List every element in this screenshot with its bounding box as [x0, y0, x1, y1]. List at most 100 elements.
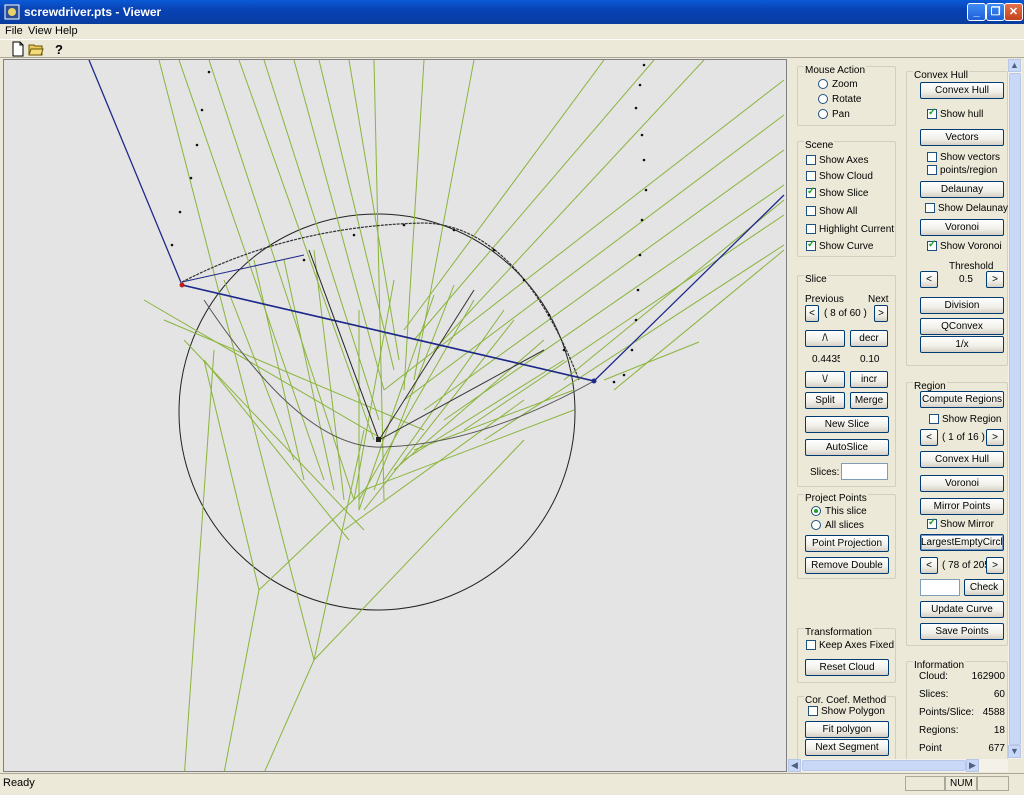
open-folder-icon[interactable]: [28, 41, 44, 57]
scroll-right-button[interactable]: ▶: [966, 759, 979, 772]
scene-checkbox-5[interactable]: [806, 239, 816, 251]
scroll-thumb[interactable]: [1009, 73, 1021, 745]
rotate-radio[interactable]: [818, 94, 828, 104]
application-window: screwdriver.pts - Viewer _ ❐ ✕ File View…: [0, 0, 1024, 795]
point-cloud-dot: [492, 248, 496, 252]
split-button[interactable]: Split: [805, 392, 845, 409]
3d-viewport[interactable]: [3, 59, 787, 772]
check-button[interactable]: Check: [964, 579, 1004, 596]
point-cloud-dot: [630, 348, 634, 352]
voronoi-edge: [258, 489, 365, 591]
scene-checkbox-0[interactable]: [806, 155, 816, 165]
show-mirror-checkbox[interactable]: [927, 517, 937, 529]
update-curve-button[interactable]: Update Curve: [920, 601, 1004, 618]
scene-checkbox-label: Show Slice: [819, 188, 869, 199]
help-icon[interactable]: ?: [51, 41, 67, 57]
save-points-button[interactable]: Save Points: [920, 623, 1004, 640]
show-vectors-checkbox[interactable]: [927, 152, 937, 162]
all-slices-radio[interactable]: [811, 520, 821, 530]
threshold-increase-button[interactable]: >: [986, 271, 1004, 288]
this-slice-label: This slice: [825, 506, 867, 517]
status-text: Ready: [3, 777, 35, 789]
slice-up-button[interactable]: /\: [805, 330, 845, 347]
menu-file[interactable]: File: [5, 25, 23, 37]
panel-vertical-scrollbar[interactable]: ▲ ▼: [1008, 59, 1022, 759]
slice-prev-button[interactable]: <: [805, 305, 819, 322]
point-cloud-dot: [634, 318, 638, 322]
info-label: Slices:: [919, 689, 949, 700]
fit-polygon-button[interactable]: Fit polygon: [805, 721, 889, 738]
info-value: 4588: [982, 707, 1005, 718]
points-region-checkbox[interactable]: [927, 165, 937, 175]
delaunay-button[interactable]: Delaunay: [920, 181, 1004, 198]
keep-axes-checkbox[interactable]: [806, 640, 816, 650]
region-prev-button[interactable]: <: [920, 429, 938, 446]
mirror-points-button[interactable]: Mirror Points: [920, 498, 1004, 515]
status-bar: Ready NUM: [0, 773, 1024, 791]
voronoi-edge: [313, 249, 345, 501]
panel-horizontal-scrollbar[interactable]: ◀ ▶: [788, 759, 1008, 772]
interior-edge: [378, 349, 545, 441]
slice-counter: ( 8 of 60 ): [824, 308, 867, 319]
incr-button[interactable]: incr: [850, 371, 888, 388]
slice-down-button[interactable]: \/: [805, 371, 845, 388]
show-polygon-checkbox[interactable]: [808, 706, 818, 716]
menu-help[interactable]: Help: [55, 25, 78, 37]
new-file-icon[interactable]: [10, 41, 26, 57]
autoslice-button[interactable]: AutoSlice: [805, 439, 889, 456]
menu-view[interactable]: View: [28, 25, 52, 37]
decr-button[interactable]: decr: [850, 330, 888, 347]
this-slice-radio[interactable]: [811, 506, 821, 516]
lec-prev-button[interactable]: <: [920, 557, 938, 574]
scroll-up-button[interactable]: ▲: [1008, 59, 1021, 72]
new-slice-button[interactable]: New Slice: [805, 416, 889, 433]
scene-checkbox-3[interactable]: [806, 206, 816, 216]
info-value: 162900: [971, 671, 1005, 682]
largest-empty-circle-button[interactable]: LargestEmptyCircle: [920, 534, 1004, 551]
zoom-radio[interactable]: [818, 79, 828, 89]
scroll-left-button[interactable]: ◀: [788, 759, 801, 772]
region-voronoi-button[interactable]: Voronoi: [920, 475, 1004, 492]
show-delaunay-checkbox[interactable]: [925, 203, 935, 213]
show-hull-checkbox[interactable]: [927, 107, 937, 119]
pan-radio[interactable]: [818, 109, 828, 119]
merge-button[interactable]: Merge: [850, 392, 888, 409]
title-bar[interactable]: screwdriver.pts - Viewer _ ❐ ✕: [0, 0, 1024, 24]
scene-canvas[interactable]: [4, 60, 787, 772]
slices-label: Slices:: [810, 467, 840, 478]
region-convex-hull-button[interactable]: Convex Hull: [920, 451, 1004, 468]
scene-checkbox-4[interactable]: [806, 224, 816, 234]
show-region-checkbox[interactable]: [929, 414, 939, 424]
maximize-button[interactable]: ❐: [986, 3, 1005, 21]
minimize-button[interactable]: _: [967, 3, 986, 21]
point-cloud-dot: [170, 243, 174, 247]
convex-hull-button[interactable]: Convex Hull: [920, 82, 1004, 99]
threshold-decrease-button[interactable]: <: [920, 271, 938, 288]
h-scroll-thumb[interactable]: [802, 760, 966, 771]
slice-next-button[interactable]: >: [874, 305, 888, 322]
region-next-button[interactable]: >: [986, 429, 1004, 446]
scroll-down-button[interactable]: ▼: [1008, 745, 1021, 758]
inverse-button[interactable]: 1/x: [920, 336, 1004, 353]
show-voronoi-checkbox[interactable]: [927, 239, 937, 251]
all-slices-label: All slices: [825, 520, 864, 531]
vectors-button[interactable]: Vectors: [920, 129, 1004, 146]
compute-regions-button[interactable]: Compute Regions: [920, 391, 1004, 408]
lec-index-input[interactable]: [920, 579, 960, 596]
slices-input[interactable]: [841, 463, 888, 480]
close-button[interactable]: ✕: [1004, 3, 1023, 21]
lec-counter: ( 78 of 205: [942, 560, 990, 571]
voronoi-edge: [264, 659, 315, 771]
lec-next-button[interactable]: >: [986, 557, 1004, 574]
scene-checkbox-2[interactable]: [806, 186, 816, 198]
voronoi-edge: [283, 259, 335, 491]
voronoi-edge: [263, 60, 380, 421]
reset-cloud-button[interactable]: Reset Cloud: [805, 659, 889, 676]
remove-double-button[interactable]: Remove Double: [805, 557, 889, 574]
scene-checkbox-1[interactable]: [806, 171, 816, 181]
next-segment-button[interactable]: Next Segment: [805, 739, 889, 756]
qconvex-button[interactable]: QConvex: [920, 318, 1004, 335]
point-projection-button[interactable]: Point Projection: [805, 535, 889, 552]
division-button[interactable]: Division: [920, 297, 1004, 314]
voronoi-button[interactable]: Voronoi: [920, 219, 1004, 236]
